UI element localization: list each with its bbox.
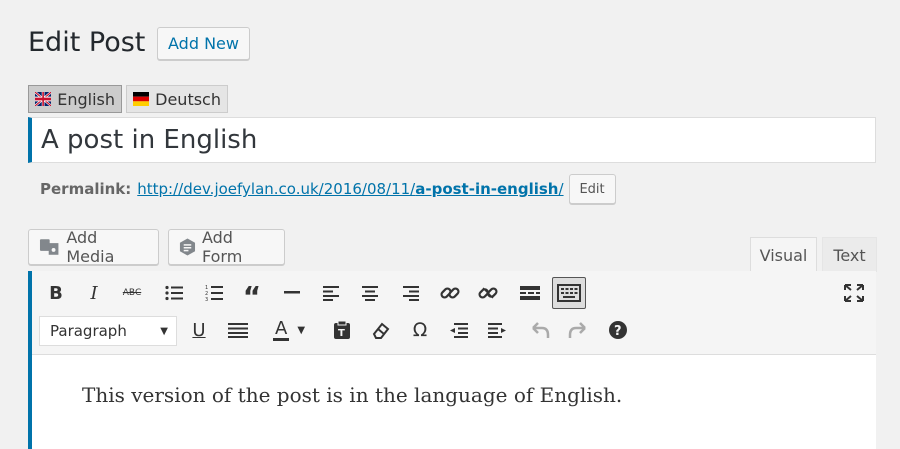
chevron-down-icon: ▼ xyxy=(297,324,306,336)
bold-icon[interactable]: B xyxy=(42,279,70,307)
tab-text[interactable]: Text xyxy=(822,237,877,272)
add-new-button[interactable]: Add New xyxy=(157,27,250,60)
editor-text: This version of the post is in the langu… xyxy=(82,383,623,407)
redo-icon[interactable] xyxy=(564,316,592,344)
add-media-label: Add Media xyxy=(66,228,115,266)
text-color-icon[interactable]: A ▼ xyxy=(264,316,314,344)
permalink-row: Permalink: http://dev.joefylan.co.uk/201… xyxy=(40,174,616,204)
language-tab-deutsch[interactable]: Deutsch xyxy=(126,85,228,113)
add-media-button[interactable]: Add Media xyxy=(28,228,159,266)
undo-icon[interactable] xyxy=(526,316,554,344)
format-select[interactable]: Paragraph ▼ xyxy=(39,316,177,346)
de-flag-icon xyxy=(133,92,150,106)
outdent-icon[interactable] xyxy=(444,316,472,344)
chevron-down-icon: ▼ xyxy=(160,325,168,337)
read-more-icon[interactable] xyxy=(516,279,544,307)
link-icon[interactable] xyxy=(436,279,464,307)
special-character-icon[interactable]: Ω xyxy=(406,316,434,344)
post-title-input[interactable]: A post in English xyxy=(28,117,876,163)
post-title-text: A post in English xyxy=(41,125,258,155)
indent-icon[interactable] xyxy=(484,316,512,344)
justify-icon[interactable] xyxy=(224,316,252,344)
svg-text:3: 3 xyxy=(205,297,208,302)
format-select-value: Paragraph xyxy=(50,322,127,340)
uk-flag-icon xyxy=(35,92,52,106)
permalink-label: Permalink: xyxy=(40,180,132,198)
add-form-button[interactable]: Add Form xyxy=(168,228,285,266)
permalink-slug: a-post-in-english xyxy=(415,180,559,198)
align-left-icon[interactable] xyxy=(318,279,346,307)
page-title: Edit Post xyxy=(28,27,146,58)
language-label: Deutsch xyxy=(155,89,221,109)
add-form-label: Add Form xyxy=(201,228,243,266)
numbered-list-icon[interactable]: 123 xyxy=(200,279,228,307)
underline-icon[interactable]: U xyxy=(185,316,213,344)
blockquote-icon[interactable]: “ xyxy=(238,279,266,311)
italic-icon[interactable]: I xyxy=(80,279,108,307)
help-icon[interactable]: ? xyxy=(604,316,632,344)
svg-text:T: T xyxy=(338,328,345,339)
strikethrough-icon[interactable]: ABC xyxy=(118,279,146,307)
svg-text:?: ? xyxy=(614,324,622,339)
media-icon xyxy=(39,239,59,255)
align-center-icon[interactable] xyxy=(356,279,384,307)
permalink-edit-button[interactable]: Edit xyxy=(568,174,616,204)
bullet-list-icon[interactable] xyxy=(160,279,188,307)
fullscreen-icon[interactable] xyxy=(840,279,868,307)
toolbar-toggle-icon[interactable] xyxy=(552,277,586,309)
tab-visual[interactable]: Visual xyxy=(750,237,817,272)
paste-text-icon[interactable]: T xyxy=(328,316,356,344)
unlink-icon[interactable] xyxy=(474,279,502,307)
language-label: English xyxy=(57,89,115,109)
permalink-base: http://dev.joefylan.co.uk/2016/08/11/ xyxy=(137,180,416,198)
form-icon xyxy=(179,238,196,256)
horizontal-line-icon[interactable] xyxy=(278,279,306,307)
language-tab-english[interactable]: English xyxy=(28,85,122,113)
permalink-end: / xyxy=(558,180,564,198)
align-right-icon[interactable] xyxy=(396,279,424,307)
clear-formatting-icon[interactable] xyxy=(366,316,394,344)
permalink-link[interactable]: http://dev.joefylan.co.uk/2016/08/11/a-p… xyxy=(137,180,563,198)
